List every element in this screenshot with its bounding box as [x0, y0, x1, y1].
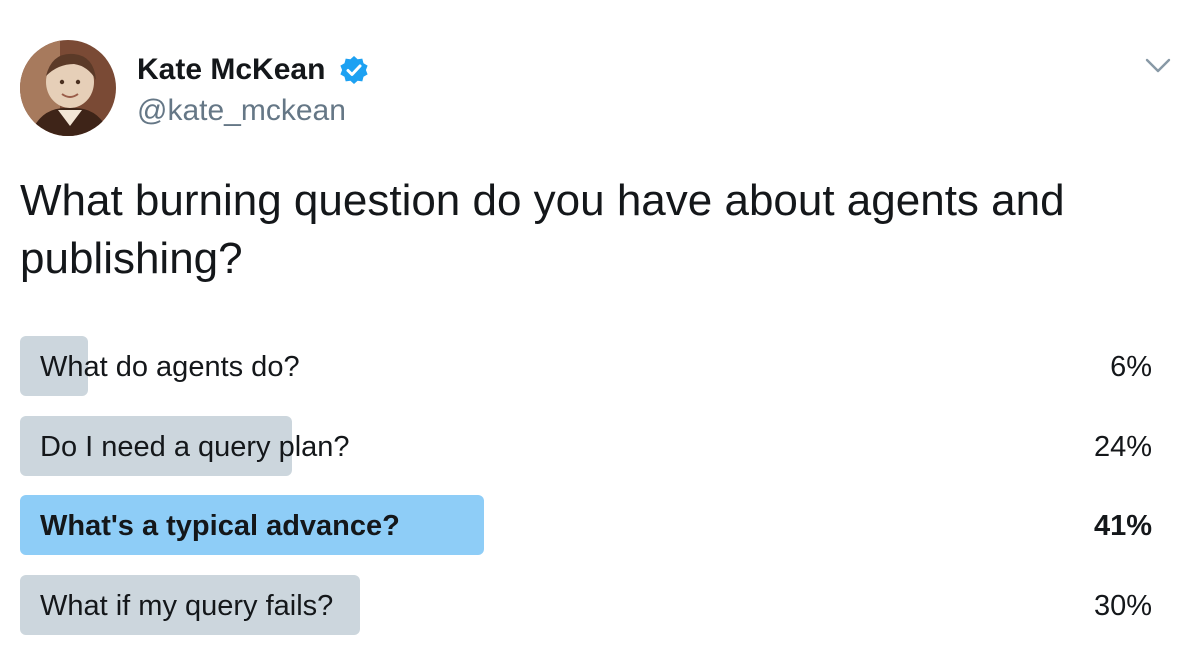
chevron-down-icon [1145, 58, 1171, 73]
poll-choice-percent: 24% [1093, 430, 1152, 463]
poll-choice-label: Do I need a query plan? [40, 430, 350, 463]
poll-choice[interactable]: What's a typical advance? 41% [20, 495, 1152, 555]
poll-choice[interactable]: What if my query fails? 30% [20, 574, 1152, 635]
verified-badge-shape [340, 56, 368, 84]
poll-choice[interactable]: Do I need a query plan? 24% [20, 415, 1152, 476]
poll-choice[interactable]: What do agents do? 6% [20, 336, 1152, 396]
author-name[interactable]: Kate McKean [137, 52, 325, 88]
poll-choice-percent: 30% [1093, 589, 1152, 622]
more-options-button[interactable] [1142, 52, 1174, 80]
poll-choice-label: What do agents do? [40, 351, 300, 383]
poll: What do agents do? 6% Do I need a query … [20, 336, 1152, 654]
avatar-image [20, 40, 116, 136]
poll-choice-label: What if my query fails? [40, 589, 334, 622]
poll-choice-percent: 6% [1110, 351, 1152, 383]
author-handle[interactable]: @kate_mckean [137, 93, 346, 129]
tweet-text: What burning question do you have about … [20, 176, 1065, 283]
verified-badge-icon [338, 55, 370, 87]
poll-choice-label: What's a typical advance? [40, 510, 400, 542]
poll-choice-percent: 41% [1093, 510, 1152, 542]
avatar[interactable] [20, 40, 116, 136]
